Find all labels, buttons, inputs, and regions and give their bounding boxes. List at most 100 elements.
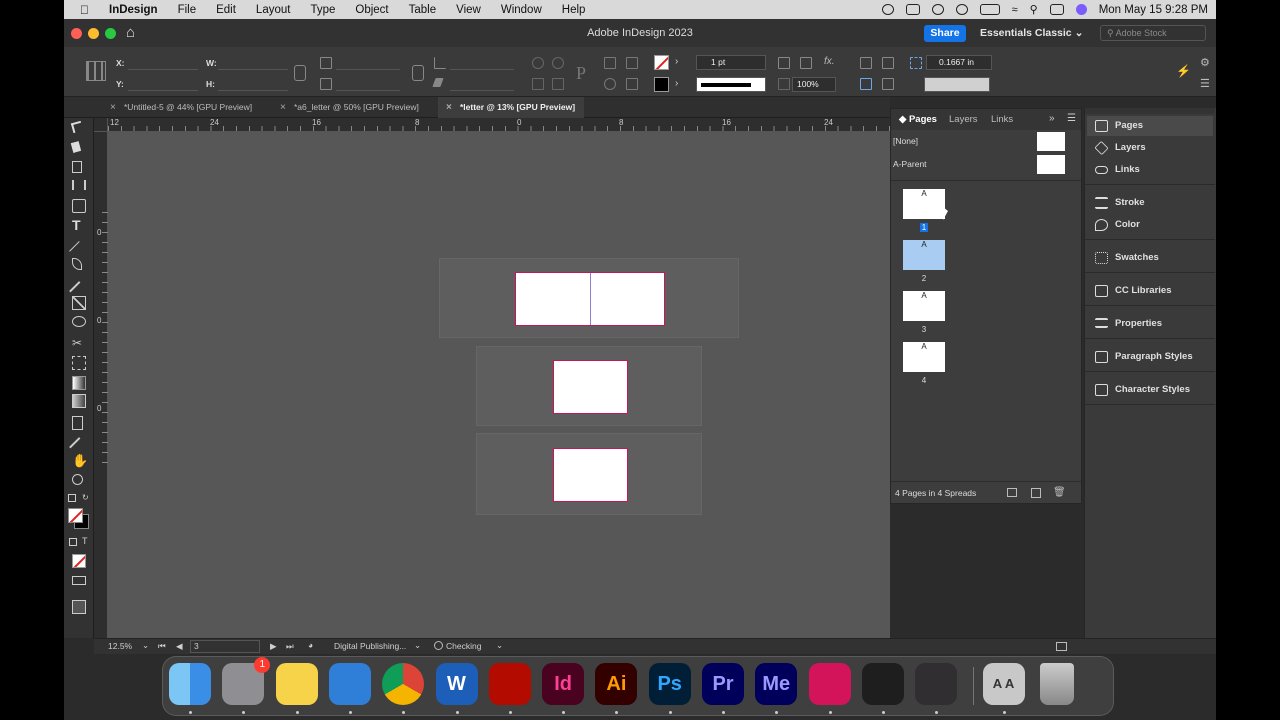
dock-app-obs[interactable] <box>915 663 958 705</box>
dock-cc-libraries[interactable]: CC Libraries <box>1087 281 1213 301</box>
page-3[interactable] <box>553 360 628 414</box>
previous-page-icon[interactable]: ◀ <box>176 641 183 652</box>
offset-field[interactable]: 0.1667 in <box>926 55 992 70</box>
dock-paragraph-styles[interactable]: Paragraph Styles <box>1087 347 1213 367</box>
new-page-icon[interactable] <box>1031 488 1041 498</box>
effects-fx-icon[interactable]: fx. <box>824 56 835 67</box>
ruler-origin[interactable] <box>94 118 108 132</box>
apply-none-icon[interactable] <box>72 554 86 568</box>
wifi-icon[interactable]: ≈ <box>1012 4 1018 16</box>
object-style-select[interactable] <box>924 77 990 92</box>
parent-none[interactable]: [None] <box>893 131 1079 151</box>
first-page-icon[interactable]: ⏮ <box>158 641 166 652</box>
horizontal-ruler[interactable]: 12 24 16 8 0 8 16 24 <box>108 118 890 132</box>
gap-tool-icon[interactable] <box>72 180 86 190</box>
fill-swatch[interactable] <box>654 55 669 70</box>
select-content-icon[interactable] <box>604 78 616 90</box>
h-field[interactable] <box>218 77 288 91</box>
content-collector-icon[interactable] <box>72 199 86 213</box>
type-tool-icon[interactable]: T <box>72 218 86 232</box>
align-icon[interactable] <box>882 57 894 69</box>
zoom-tool-icon[interactable] <box>72 474 83 485</box>
battery-icon[interactable] <box>979 4 1000 15</box>
document-canvas[interactable] <box>108 132 890 638</box>
dock-app-notes[interactable] <box>275 663 318 705</box>
dock-stroke[interactable]: Stroke <box>1087 193 1213 213</box>
selection-tool-icon[interactable] <box>70 120 84 134</box>
text-wrap-icon[interactable] <box>860 57 872 69</box>
rotate-ccw-icon[interactable] <box>552 57 564 69</box>
rectangle-frame-tool-icon[interactable] <box>72 296 86 310</box>
fit-content-icon[interactable] <box>860 78 872 90</box>
dock-app-media-encoder[interactable]: Me <box>755 663 798 705</box>
close-tab-icon[interactable]: × <box>110 97 116 118</box>
siri-icon[interactable] <box>1075 4 1087 15</box>
x-field[interactable] <box>128 56 198 70</box>
free-transform-tool-icon[interactable] <box>72 356 86 370</box>
formatting-container-icon[interactable] <box>69 538 77 546</box>
dock-app-word[interactable]: W <box>435 663 478 705</box>
stroke-weight-field[interactable]: 1 pt <box>696 55 766 70</box>
ellipse-tool-icon[interactable] <box>72 316 86 327</box>
preview-mode-icon[interactable] <box>72 600 86 614</box>
dock-app-figma[interactable] <box>861 663 904 705</box>
vertical-ruler[interactable]: 0 0 0 <box>94 132 108 638</box>
frame-fitting-icon[interactable] <box>778 57 790 69</box>
zoom-level[interactable]: 12.5% <box>108 641 132 651</box>
y-field[interactable] <box>128 77 198 91</box>
pen-tool-icon[interactable] <box>72 258 82 270</box>
text-direction-icon[interactable]: P <box>576 63 586 84</box>
rotate-angle-icon[interactable] <box>434 57 446 69</box>
corner-options-icon[interactable] <box>910 57 922 69</box>
workspace-switcher[interactable]: Essentials Classic ⌄ <box>980 27 1083 39</box>
edit-page-size-icon[interactable] <box>1007 488 1017 497</box>
tab-a6-letter[interactable]: × *a6_letter @ 50% [GPU Preview] <box>272 97 432 118</box>
shear-field[interactable] <box>450 77 514 91</box>
hand-tool-icon[interactable]: ✋ <box>72 454 88 468</box>
scale-x-field[interactable] <box>336 56 400 70</box>
scale-y-icon[interactable] <box>320 78 332 90</box>
stroke-chevron-icon[interactable]: › <box>675 78 678 89</box>
constrain-proportions-icon[interactable] <box>294 65 306 81</box>
chevron-down-icon[interactable]: ⌄ <box>142 640 149 651</box>
panel-menu-icon[interactable]: ☰ <box>1067 113 1076 124</box>
delete-page-icon[interactable]: 🗑 <box>1053 482 1066 504</box>
chevron-down-icon[interactable]: ⌄ <box>414 640 421 651</box>
dock-app-font-book[interactable]: A A <box>982 663 1025 705</box>
close-tab-icon[interactable]: × <box>446 97 452 118</box>
tab-layers[interactable]: Layers <box>949 114 978 125</box>
page-thumbnail-3[interactable]: A <box>903 291 945 321</box>
dock-app-finder[interactable] <box>169 663 211 705</box>
w-field[interactable] <box>218 56 288 70</box>
page-1-spread[interactable] <box>515 272 665 326</box>
page-thumbnail-4[interactable]: A <box>903 342 945 372</box>
dock-app-acrobat[interactable] <box>488 663 531 705</box>
flip-horizontal-icon[interactable] <box>532 78 544 90</box>
default-colors-icon[interactable] <box>68 494 76 502</box>
fill-proxy-icon[interactable] <box>68 508 83 523</box>
select-next-icon[interactable] <box>626 78 638 90</box>
tab-letter[interactable]: × *letter @ 13% [GPU Preview] <box>438 97 584 118</box>
clock[interactable]: Mon May 15 9:28 PM <box>1099 4 1208 16</box>
share-button[interactable]: Share <box>924 25 966 42</box>
menu-layout[interactable]: Layout <box>246 4 301 16</box>
gradient-feather-tool-icon[interactable] <box>72 394 86 408</box>
control-center-icon[interactable] <box>1049 4 1064 15</box>
scale-y-field[interactable] <box>336 77 400 91</box>
scissors-tool-icon[interactable]: ✂ <box>72 336 86 350</box>
page-thumbnail-1[interactable]: A <box>903 189 945 219</box>
page-thumbnail-2[interactable]: A <box>903 240 945 270</box>
direct-selection-tool-icon[interactable] <box>70 141 82 153</box>
spread-3[interactable] <box>476 433 702 515</box>
menu-window[interactable]: Window <box>491 4 552 16</box>
frame-icon[interactable] <box>800 57 812 69</box>
page-tool-icon[interactable] <box>72 161 82 173</box>
opacity-field[interactable]: 100% <box>792 77 836 92</box>
menu-help[interactable]: Help <box>552 4 596 16</box>
gradient-swatch-tool-icon[interactable] <box>72 376 86 390</box>
status-icon-cc[interactable] <box>881 4 894 15</box>
menu-type[interactable]: Type <box>300 4 345 16</box>
menu-view[interactable]: View <box>446 4 491 16</box>
select-container-icon[interactable] <box>604 57 616 69</box>
dock-app-keynote[interactable] <box>328 663 371 705</box>
